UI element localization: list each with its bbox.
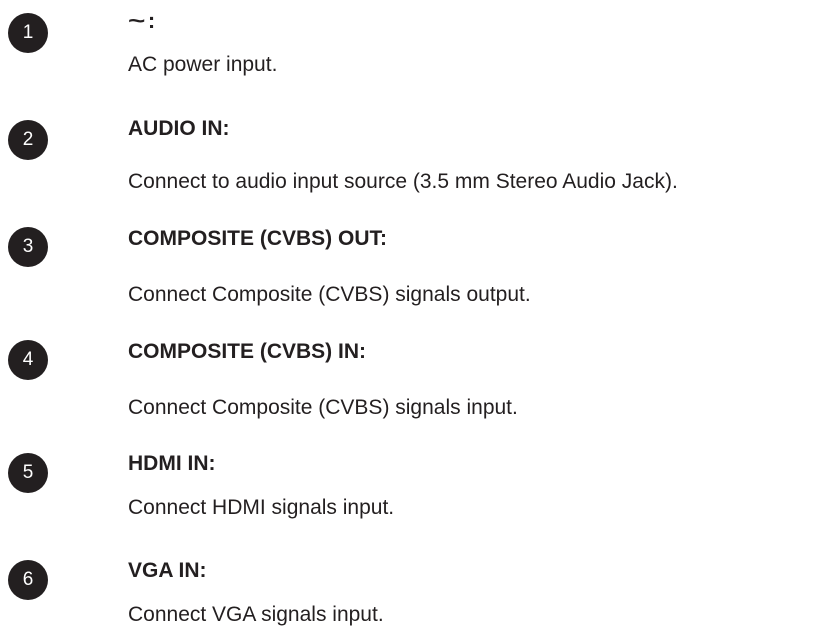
item-number-badge: 1	[8, 13, 48, 53]
item-description: Connect VGA signals input.	[128, 603, 384, 626]
item-description: Connect Composite (CVBS) signals input.	[128, 396, 518, 419]
item-title: HDMI IN:	[128, 452, 216, 475]
item-number-badge: 2	[8, 120, 48, 160]
item-description: Connect Composite (CVBS) signals output.	[128, 283, 531, 306]
item-number-badge: 3	[8, 227, 48, 267]
item-title: AUDIO IN:	[128, 117, 230, 140]
item-description: Connect HDMI signals input.	[128, 496, 395, 519]
item-number-badge: 4	[8, 340, 48, 380]
ac-tilde-icon: ~	[128, 8, 146, 33]
item-title: COMPOSITE (CVBS) IN:	[128, 340, 367, 363]
item-description: Connect to audio input source (3.5 mm St…	[128, 170, 678, 193]
item-number-badge: 6	[8, 560, 48, 600]
item-number-badge: 5	[8, 453, 48, 493]
item-title: ~:	[128, 9, 155, 33]
item-title: VGA IN:	[128, 559, 207, 582]
item-title-suffix: :	[147, 8, 156, 33]
item-description: AC power input.	[128, 53, 278, 76]
item-title: COMPOSITE (CVBS) OUT:	[128, 227, 388, 250]
